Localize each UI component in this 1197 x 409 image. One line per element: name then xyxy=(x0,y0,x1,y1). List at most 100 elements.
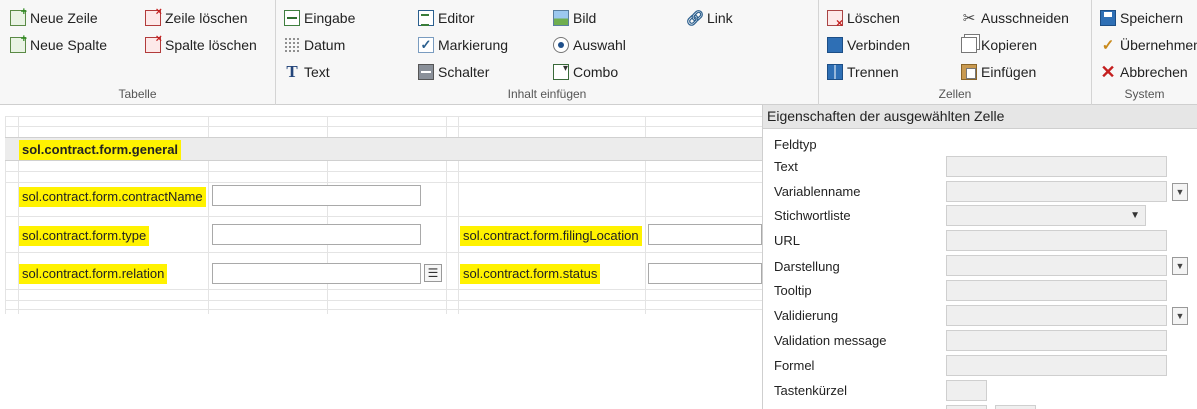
new-column-button[interactable]: Neue Spalte xyxy=(10,33,107,56)
group-label-inhalt: Inhalt einfügen xyxy=(507,87,587,101)
prop-keyword-list-select[interactable]: ▼ xyxy=(946,205,1146,226)
prop-validation-input[interactable] xyxy=(946,305,1167,326)
prop-shortcut-input[interactable] xyxy=(946,380,987,401)
prop-formula-input[interactable] xyxy=(946,355,1167,376)
prop-text-input[interactable] xyxy=(946,156,1167,177)
grid-line xyxy=(5,126,762,127)
paste-button[interactable]: Einfügen xyxy=(961,61,1036,83)
cut-label: Ausschneiden xyxy=(981,10,1069,26)
prop-label-validation-message: Validation message xyxy=(774,333,887,348)
insert-image-label: Bild xyxy=(573,10,597,26)
field-label-contract-name[interactable]: sol.contract.form.contractName xyxy=(19,187,206,207)
editor-icon xyxy=(418,10,434,26)
filing-location-input[interactable] xyxy=(648,224,762,245)
cut-button[interactable]: ✂ Ausschneiden xyxy=(961,7,1069,29)
add-column-icon xyxy=(10,33,27,53)
field-label-relation[interactable]: sol.contract.form.relation xyxy=(19,264,168,284)
insert-editor-button[interactable]: Editor xyxy=(418,7,475,29)
link-icon: 🔗︎ xyxy=(685,10,705,27)
calendar-icon xyxy=(284,37,300,53)
prop-extra-input-1[interactable] xyxy=(946,405,987,409)
form-design-area: sol.contract.form.general sol.contract.f… xyxy=(0,105,762,409)
split-cells-label: Trennen xyxy=(847,64,899,80)
field-label-status[interactable]: sol.contract.form.status xyxy=(460,264,601,284)
grid-line xyxy=(5,252,762,253)
prop-url-input[interactable] xyxy=(946,230,1167,251)
insert-radio-label: Auswahl xyxy=(573,37,626,53)
combo-icon xyxy=(553,63,569,80)
group-label-zellen: Zellen xyxy=(938,87,972,101)
list-picker-icon[interactable]: ☰ xyxy=(424,264,442,282)
insert-input-button[interactable]: Eingabe xyxy=(284,7,355,29)
display-dropdown-icon[interactable]: ▼ xyxy=(1172,257,1188,275)
checkmark-icon: ✓ xyxy=(1101,37,1115,54)
copy-button[interactable]: Kopieren xyxy=(961,34,1037,56)
delete-row-button[interactable]: Zeile löschen xyxy=(145,6,248,29)
insert-checkbox-button[interactable]: ✓ Markierung xyxy=(418,34,508,56)
insert-date-button[interactable]: Datum xyxy=(284,34,345,56)
group-label-tabelle: Tabelle xyxy=(118,87,157,101)
delete-row-label: Zeile löschen xyxy=(165,10,248,26)
save-button[interactable]: Speichern xyxy=(1100,7,1183,29)
prop-label-darstellung: Darstellung xyxy=(774,259,840,274)
cancel-label: Abbrechen xyxy=(1120,64,1188,80)
prop-label-variablenname: Variablenname xyxy=(774,184,861,199)
insert-switch-button[interactable]: Schalter xyxy=(418,61,489,83)
prop-label-validierung: Validierung xyxy=(774,308,839,323)
variable-name-dropdown-icon[interactable]: ▼ xyxy=(1172,183,1188,201)
split-cells-button[interactable]: Trennen xyxy=(827,61,899,83)
grid-line xyxy=(5,300,762,301)
relation-input[interactable] xyxy=(212,263,421,284)
prop-label-formel: Formel xyxy=(774,358,815,373)
delete-cell-button[interactable]: Löschen xyxy=(827,7,900,30)
grid-line xyxy=(5,289,762,290)
prop-label-url: URL xyxy=(774,233,801,248)
new-row-button[interactable]: Neue Zeile xyxy=(10,6,98,29)
paste-label: Einfügen xyxy=(981,64,1037,80)
field-label-filing-location[interactable]: sol.contract.form.filingLocation xyxy=(460,226,642,246)
status-input[interactable] xyxy=(648,263,762,284)
input-field-icon xyxy=(284,10,300,26)
prop-label-stichwortliste: Stichwortliste xyxy=(774,208,851,223)
cancel-button[interactable]: ✕ Abbrechen xyxy=(1100,61,1188,83)
properties-panel: Eigenschaften der ausgewählten Zelle Fel… xyxy=(762,105,1197,409)
prop-variable-name-input[interactable] xyxy=(946,181,1167,202)
prop-label-tooltip: Tooltip xyxy=(774,283,812,298)
prop-extra-input-2[interactable] xyxy=(995,405,1036,409)
scissors-icon: ✂ xyxy=(962,10,976,27)
insert-radio-button[interactable]: Auswahl xyxy=(553,34,626,56)
prop-tooltip-input[interactable] xyxy=(946,280,1167,301)
field-label-type[interactable]: sol.contract.form.type xyxy=(19,226,150,246)
prop-label-tastenkuerzel: Tastenkürzel xyxy=(774,383,847,398)
section-title[interactable]: sol.contract.form.general xyxy=(19,140,182,160)
ribbon-group-tabelle: Neue Zeile Neue Spalte Zeile löschen Spa… xyxy=(0,0,276,105)
insert-combo-button[interactable]: Combo xyxy=(553,61,618,83)
copy-icon xyxy=(961,37,977,53)
merge-cells-button[interactable]: Verbinden xyxy=(827,34,910,56)
prop-label-feldtyp: Feldtyp xyxy=(774,137,817,152)
contract-name-input[interactable] xyxy=(212,185,421,206)
type-input[interactable] xyxy=(212,224,421,245)
delete-column-button[interactable]: Spalte löschen xyxy=(145,33,257,56)
insert-text-button[interactable]: T Text xyxy=(284,61,329,83)
insert-link-button[interactable]: 🔗︎ Link xyxy=(685,7,732,29)
switch-icon xyxy=(418,64,434,80)
delete-column-icon xyxy=(145,33,162,53)
split-icon xyxy=(827,64,843,80)
paste-icon xyxy=(961,64,977,80)
radio-icon xyxy=(553,37,569,53)
prop-validation-message-input[interactable] xyxy=(946,330,1167,351)
copy-label: Kopieren xyxy=(981,37,1038,53)
prop-display-input[interactable] xyxy=(946,255,1167,276)
group-label-system: System xyxy=(1124,87,1165,101)
apply-button[interactable]: ✓ Übernehmen xyxy=(1100,34,1197,56)
insert-checkbox-label: Markierung xyxy=(438,37,509,53)
insert-date-label: Datum xyxy=(304,37,346,53)
delete-cell-icon xyxy=(827,10,843,30)
cancel-icon: ✕ xyxy=(1100,61,1116,82)
add-row-icon xyxy=(10,6,27,26)
insert-combo-label: Combo xyxy=(573,64,619,80)
validation-dropdown-icon[interactable]: ▼ xyxy=(1172,307,1188,325)
insert-image-button[interactable]: Bild xyxy=(553,7,596,29)
insert-input-label: Eingabe xyxy=(304,10,356,26)
